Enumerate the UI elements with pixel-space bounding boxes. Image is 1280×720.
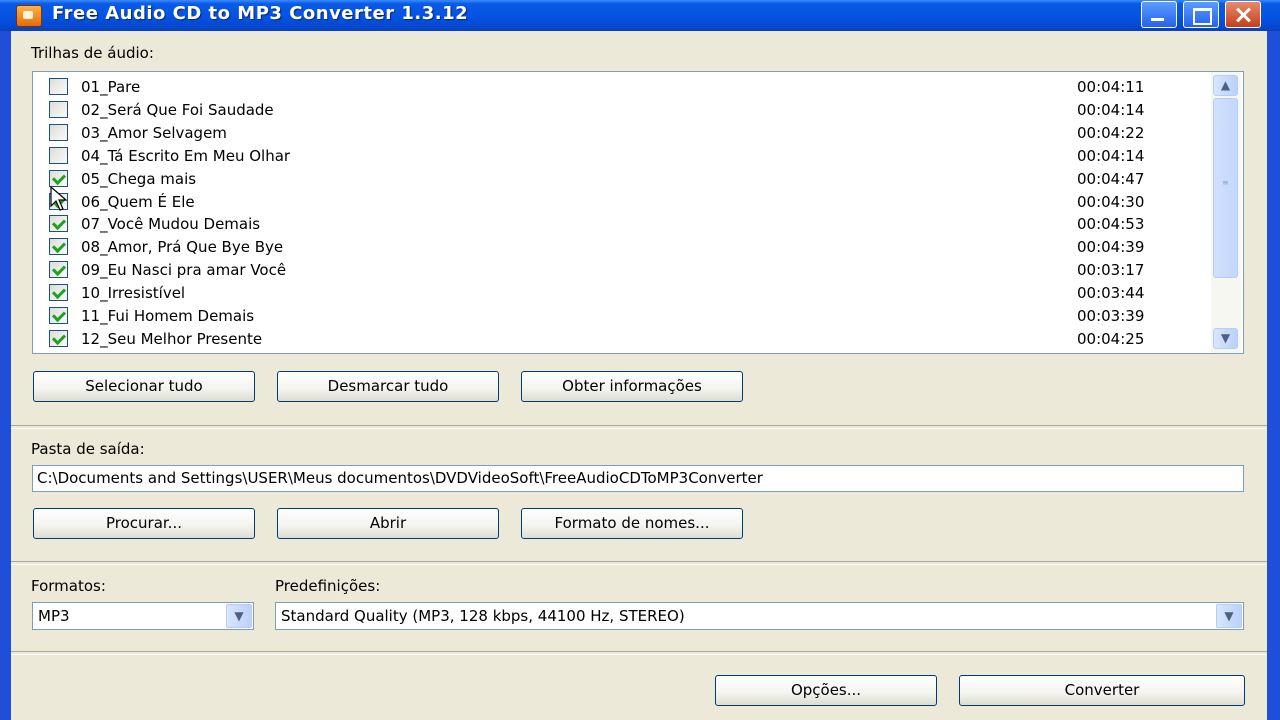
track-row[interactable]: 02_Será Que Foi Saudade 00:04:14 xyxy=(33,99,1213,122)
preset-dropdown-button[interactable]: ▼ xyxy=(1216,604,1242,628)
scroll-up-button[interactable]: ▲ xyxy=(1213,75,1238,96)
formats-label: Formatos: xyxy=(31,577,106,595)
preset-value: Standard Quality (MP3, 128 kbps, 44100 H… xyxy=(281,607,685,625)
format-select[interactable]: MP3 ▼ xyxy=(32,602,254,630)
scroll-thumb[interactable]: ≡ xyxy=(1213,98,1238,278)
track-duration: 00:04:30 xyxy=(1077,192,1145,211)
presets-label: Predefinições: xyxy=(275,577,381,595)
track-row[interactable]: 01_Pare 00:04:11 xyxy=(33,76,1213,99)
divider xyxy=(11,561,1267,565)
track-duration: 00:03:44 xyxy=(1077,284,1145,303)
track-duration: 00:04:25 xyxy=(1077,329,1145,348)
preset-select[interactable]: Standard Quality (MP3, 128 kbps, 44100 H… xyxy=(275,602,1244,630)
track-list[interactable]: 01_Pare 00:04:11 02_Será Que Foi Saudade 00… xyxy=(32,71,1244,354)
track-name: 04_Tá Escrito Em Meu Olhar xyxy=(81,146,291,165)
track-checkbox[interactable] xyxy=(49,261,68,279)
track-checkbox[interactable] xyxy=(49,169,68,187)
track-name: 08_Amor, Prá Que Bye Bye xyxy=(81,238,284,257)
track-duration: 00:03:39 xyxy=(1077,307,1145,325)
track-name: 03_Amor Selvagem xyxy=(81,123,227,142)
track-row[interactable]: 07_Você Mudou Demais 00:04:53 xyxy=(33,213,1213,236)
track-row[interactable]: 12_Seu Melhor Presente 00:04:25 xyxy=(33,328,1213,351)
options-button[interactable]: Opções... xyxy=(715,675,937,706)
track-duration: 00:03:17 xyxy=(1077,261,1145,280)
track-row[interactable]: 05_Chega mais 00:04:47 xyxy=(33,168,1213,191)
track-row[interactable]: 03_Amor Selvagem 00:04:22 xyxy=(33,122,1213,145)
track-name: 12_Seu Melhor Presente xyxy=(81,329,263,348)
title-bar[interactable]: Free Audio CD to MP3 Converter 1.3.12 xyxy=(0,0,1280,31)
track-checkbox[interactable] xyxy=(49,100,68,118)
name-format-button[interactable]: Formato de nomes... xyxy=(521,508,743,539)
track-name: 06_Quem É Ele xyxy=(81,192,195,211)
track-duration: 00:04:14 xyxy=(1077,146,1145,165)
grip-icon: ≡ xyxy=(1222,178,1229,187)
track-row[interactable]: 11_Fui Homem Demais 00:03:39 xyxy=(33,305,1213,328)
track-list-scrollbar[interactable]: ▲ ≡ ▼ xyxy=(1211,72,1241,353)
track-name: 01_Pare xyxy=(81,78,141,96)
track-checkbox[interactable] xyxy=(49,329,68,347)
track-name: 09_Eu Nasci pra amar Você xyxy=(81,261,287,280)
track-checkbox[interactable] xyxy=(49,123,68,141)
output-folder-label: Pasta de saída: xyxy=(31,440,145,458)
cd-converter-icon[interactable] xyxy=(16,5,42,27)
track-name: 11_Fui Homem Demais xyxy=(81,307,255,325)
track-duration: 00:04:53 xyxy=(1077,215,1145,234)
chevron-down-icon: ▼ xyxy=(1224,609,1234,623)
dialog-body: Trilhas de áudio: 01_Pare 00:04:11 02_Será… xyxy=(11,31,1267,720)
output-folder-field[interactable]: C:\Documents and Settings\USER\Meus docu… xyxy=(32,465,1244,492)
track-name: 02_Será Que Foi Saudade xyxy=(81,100,274,119)
track-row[interactable]: 09_Eu Nasci pra amar Você 00:03:17 xyxy=(33,259,1213,282)
format-dropdown-button[interactable]: ▼ xyxy=(226,604,252,628)
track-row[interactable]: 08_Amor, Prá Que Bye Bye 00:04:39 xyxy=(33,236,1213,259)
browse-button[interactable]: Procurar... xyxy=(33,508,255,539)
track-name: 05_Chega mais xyxy=(81,169,197,188)
track-duration: 00:04:47 xyxy=(1077,169,1145,188)
track-duration: 00:04:11 xyxy=(1077,78,1145,96)
maximize-icon[interactable] xyxy=(1183,1,1219,28)
divider xyxy=(11,425,1267,429)
select-all-button[interactable]: Selecionar tudo xyxy=(33,371,255,402)
track-row[interactable]: 06_Quem É Ele 00:04:30 xyxy=(33,191,1213,214)
chevron-up-icon: ▲ xyxy=(1220,78,1231,92)
track-checkbox[interactable] xyxy=(49,146,68,164)
track-row[interactable]: 04_Tá Escrito Em Meu Olhar 00:04:14 xyxy=(33,145,1213,168)
track-name: 07_Você Mudou Demais xyxy=(81,215,261,234)
format-value: MP3 xyxy=(38,607,70,625)
track-checkbox[interactable] xyxy=(49,307,68,324)
scroll-down-button[interactable]: ▼ xyxy=(1213,328,1238,349)
track-checkbox[interactable] xyxy=(49,238,68,256)
convert-button[interactable]: Converter xyxy=(959,675,1245,706)
track-name: 10_Irresistível xyxy=(81,284,186,303)
track-checkbox[interactable] xyxy=(49,284,68,302)
window-title: Free Audio CD to MP3 Converter 1.3.12 xyxy=(52,3,469,24)
get-info-button[interactable]: Obter informações xyxy=(521,371,743,402)
track-duration: 00:04:14 xyxy=(1077,100,1145,119)
chevron-down-icon: ▼ xyxy=(1220,331,1231,345)
close-icon[interactable] xyxy=(1225,1,1261,28)
minimize-icon[interactable] xyxy=(1141,1,1177,28)
track-row[interactable]: 10_Irresistível 00:03:44 xyxy=(33,282,1213,305)
divider xyxy=(11,651,1267,655)
track-checkbox[interactable] xyxy=(49,78,68,95)
tracks-label: Trilhas de áudio: xyxy=(31,44,154,62)
deselect-all-button[interactable]: Desmarcar tudo xyxy=(277,371,499,402)
track-duration: 00:04:39 xyxy=(1077,238,1145,257)
open-button[interactable]: Abrir xyxy=(277,508,499,539)
track-duration: 00:04:22 xyxy=(1077,123,1145,142)
chevron-down-icon: ▼ xyxy=(234,609,244,623)
track-checkbox[interactable] xyxy=(49,215,68,233)
